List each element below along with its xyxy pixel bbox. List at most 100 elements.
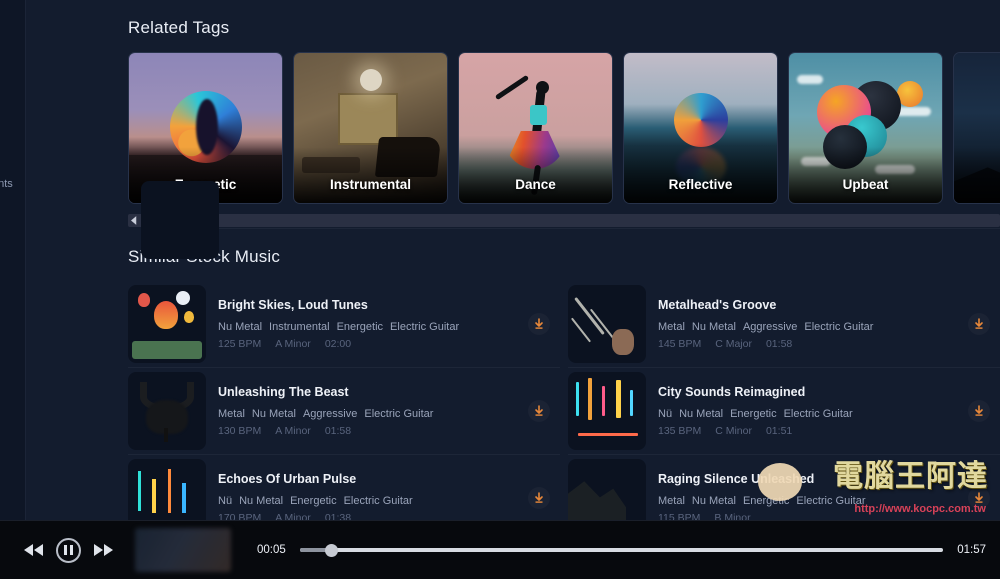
track-tag: Instrumental	[269, 321, 330, 333]
track-title: Unleashing The Beast	[218, 385, 349, 399]
track-bpm: 135 BPM	[658, 425, 702, 437]
tag-card-label: Instrumental	[329, 177, 411, 192]
track-meta: 170 BPM A Minor 01:38	[218, 512, 516, 520]
pause-icon[interactable]	[56, 537, 81, 563]
scrollbar-track[interactable]	[141, 181, 1000, 259]
track-tags: Metal Nu Metal Energetic Electric Guitar	[658, 495, 956, 507]
track-row[interactable]: Unleashing The Beast Metal Nu Metal Aggres…	[128, 368, 560, 455]
track-tag: Nu Metal	[218, 321, 263, 333]
app-root: ents Related Tags Energetic Instrumental	[0, 0, 1000, 579]
track-tag: Nu Metal	[239, 495, 284, 507]
track-tag: Metal	[658, 321, 685, 333]
tag-card-dance[interactable]: Dance	[458, 52, 613, 204]
track-bpm: 115 BPM	[658, 512, 701, 520]
track-key: C Major	[715, 338, 752, 350]
track-info: Metalhead's Groove Metal Nu Metal Aggressi…	[658, 298, 956, 350]
rewind-icon[interactable]	[24, 544, 44, 556]
track-meta: 125 BPM A Minor 02:00	[218, 338, 516, 350]
fast-forward-icon[interactable]	[93, 544, 113, 556]
tag-shade	[459, 147, 612, 203]
track-artwork	[128, 372, 206, 450]
track-bpm: 130 BPM	[218, 425, 262, 437]
tag-card-reflective[interactable]: Reflective	[623, 52, 778, 204]
track-artwork	[568, 459, 646, 520]
tag-card-upbeat[interactable]: Upbeat	[788, 52, 943, 204]
track-title: Echoes Of Urban Pulse	[218, 472, 357, 486]
track-tag: Energetic	[730, 408, 777, 420]
seek-handle[interactable]	[325, 543, 339, 557]
track-key: B Minor	[714, 512, 751, 520]
track-row[interactable]: City Sounds Reimagined Nü Nu Metal Energet…	[568, 368, 1000, 455]
track-tag: Nu Metal	[251, 408, 296, 420]
track-artwork	[568, 285, 646, 363]
track-title: Bright Skies, Loud Tunes	[218, 298, 368, 312]
track-info: Unleashing The Beast Metal Nu Metal Aggres…	[218, 385, 516, 437]
track-title: City Sounds Reimagined	[658, 385, 806, 399]
similar-stock-music-title: Similar Stock Music	[128, 247, 281, 266]
tag-card-label: Reflective	[668, 177, 733, 192]
track-tag: Electric Guitar	[804, 321, 874, 333]
current-time: 00:05	[257, 544, 286, 556]
track-tag: Nü	[658, 408, 673, 420]
track-tag: Energetic	[290, 495, 337, 507]
track-tag: Nu Metal	[691, 495, 736, 507]
track-meta: 130 BPM A Minor 01:58	[218, 425, 516, 437]
track-title: Metalhead's Groove	[658, 298, 777, 312]
player-bar: 00:05 01:57	[0, 520, 1000, 579]
track-key: A Minor	[275, 425, 311, 437]
main-content: Related Tags Energetic Instrumental	[26, 0, 1000, 520]
track-info: City Sounds Reimagined Nü Nu Metal Energet…	[658, 385, 956, 437]
seek-slider[interactable]	[299, 543, 944, 557]
download-icon[interactable]	[968, 400, 990, 422]
track-tag: Electric Guitar	[343, 495, 413, 507]
track-meta: 145 BPM C Major 01:58	[658, 338, 956, 350]
track-grid: Bright Skies, Loud Tunes Nu Metal Instrum…	[128, 281, 1000, 520]
related-tags-strip: Energetic Instrumental Dance	[128, 52, 1000, 204]
similar-stock-music-section: Similar Stock Music Bright Skies, Loud T…	[128, 247, 1000, 520]
track-info: Bright Skies, Loud Tunes Nu Metal Instrum…	[218, 298, 516, 350]
download-icon[interactable]	[968, 313, 990, 335]
download-icon[interactable]	[528, 400, 550, 422]
tag-card-instrumental[interactable]: Instrumental	[293, 52, 448, 204]
track-row[interactable]: Raging Silence Unleashed Metal Nu Metal En…	[568, 455, 1000, 520]
track-bpm: 125 BPM	[218, 338, 262, 350]
track-tag: Metal	[658, 495, 685, 507]
track-row[interactable]: Echoes Of Urban Pulse Nü Nu Metal Energeti…	[128, 455, 560, 520]
track-tag: Electric Guitar	[364, 408, 434, 420]
track-title: Raging Silence Unleashed	[658, 472, 815, 486]
scrollbar-thumb[interactable]	[141, 181, 219, 259]
track-key: A Minor	[275, 512, 311, 520]
track-meta: 135 BPM C Minor 01:51	[658, 425, 956, 437]
tags-horizontal-scrollbar[interactable]	[128, 181, 1000, 259]
track-tag: Energetic	[742, 495, 790, 507]
track-meta: 115 BPM B Minor	[658, 512, 956, 520]
download-icon[interactable]	[968, 487, 990, 509]
track-tag: Electric Guitar	[796, 495, 866, 507]
tag-shade	[294, 147, 447, 203]
track-tag: Nü	[218, 495, 233, 507]
track-info: Raging Silence Unleashed Metal Nu Metal En…	[658, 472, 956, 520]
track-tag: Electric Guitar	[390, 321, 460, 333]
now-playing-artwork	[135, 528, 231, 572]
download-icon[interactable]	[528, 313, 550, 335]
track-info: Echoes Of Urban Pulse Nü Nu Metal Energeti…	[218, 472, 516, 520]
related-tags-title: Related Tags	[128, 18, 230, 37]
tag-card-night[interactable]: Nigh	[953, 52, 1000, 204]
tag-shade	[954, 147, 1000, 203]
track-tags: Nü Nu Metal Energetic Electric Guitar	[658, 408, 956, 420]
track-duration: 02:00	[324, 338, 352, 350]
track-artwork	[128, 459, 206, 520]
tag-card-label: Nigh	[954, 177, 1000, 192]
track-key: A Minor	[275, 338, 311, 350]
tag-card-label: Dance	[515, 177, 556, 192]
caret-left-icon[interactable]	[128, 214, 141, 227]
download-icon[interactable]	[528, 487, 550, 509]
track-row[interactable]: Metalhead's Groove Metal Nu Metal Aggressi…	[568, 281, 1000, 368]
track-tag: Aggressive	[302, 408, 358, 420]
track-tag: Energetic	[336, 321, 384, 333]
left-rail: ents	[0, 0, 26, 520]
track-key: C Minor	[715, 425, 752, 437]
rail-partial-label: ents	[0, 178, 13, 190]
track-tags: Nu Metal Instrumental Energetic Electric Gu…	[218, 321, 516, 333]
track-row[interactable]: Bright Skies, Loud Tunes Nu Metal Instrum…	[128, 281, 560, 368]
